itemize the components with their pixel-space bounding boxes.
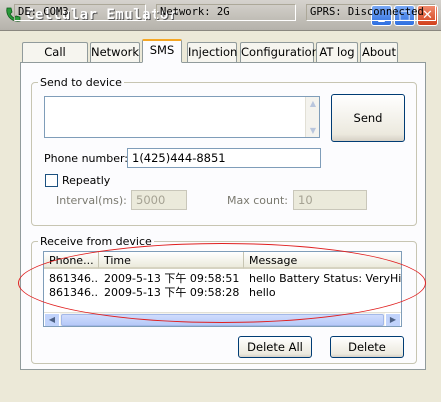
tab-injection[interactable]: Injection [187, 42, 237, 62]
scroll-right-icon[interactable]: ▶ [385, 313, 401, 326]
repeatly-label: Repeatly [62, 174, 111, 187]
table-cell-message[interactable]: hello Battery Status: VeryHigh [244, 272, 401, 286]
table-cell-time[interactable]: 2009-5-13 下午 09:58:28 [99, 286, 244, 300]
phone-number-input[interactable]: 1(425)444-8851 [127, 148, 321, 168]
table-cell-message[interactable]: hello [244, 286, 401, 300]
status-gprs: GPRS: Disconnected [306, 4, 436, 21]
tab-label: About [361, 45, 396, 59]
scroll-left-icon[interactable]: ◀ [44, 313, 60, 326]
tab-configuration[interactable]: Configuration [240, 42, 319, 62]
received-messages-list[interactable]: Phone... Time Message 861346... 2009-5-1… [43, 251, 402, 327]
status-de-port: DE: COM3 [14, 4, 146, 21]
message-textarea[interactable]: ▲ ▼ [44, 96, 320, 138]
repeatly-checkbox[interactable] [45, 174, 58, 187]
delete-all-button[interactable]: Delete All [238, 336, 312, 358]
delete-button[interactable]: Delete [330, 336, 404, 358]
list-horizontal-scrollbar[interactable]: ◀ ▶ [44, 312, 401, 326]
tab-label: Configuration [241, 45, 319, 59]
max-count-label: Max count: [227, 194, 288, 207]
scroll-down-icon[interactable]: ▼ [306, 124, 320, 137]
table-cell-phone[interactable]: 861346... [44, 286, 99, 300]
column-header-time[interactable]: Time [99, 252, 244, 269]
send-button[interactable]: Send [331, 94, 405, 142]
tab-at-log[interactable]: AT log [316, 42, 358, 62]
interval-input[interactable]: 5000 [131, 190, 187, 210]
tab-about[interactable]: About [360, 42, 398, 62]
status-bar [0, 379, 441, 402]
send-group-label: Send to device [38, 76, 124, 89]
column-header-message[interactable]: Message [244, 252, 401, 269]
tab-call-manager[interactable]: Call Manager [22, 42, 88, 77]
receive-group-label: Receive from device [38, 235, 154, 248]
scroll-up-icon[interactable]: ▲ [306, 97, 320, 110]
interval-label: Interval(ms): [56, 194, 127, 207]
tab-label: SMS [149, 43, 175, 57]
message-scrollbar[interactable]: ▲ ▼ [305, 97, 319, 137]
tab-label: AT log [319, 45, 355, 59]
status-network: Network: 2G [156, 4, 296, 21]
tab-label: Injection [188, 45, 238, 59]
tab-network[interactable]: Network [90, 42, 140, 62]
column-header-phone[interactable]: Phone... [44, 252, 99, 269]
table-cell-time[interactable]: 2009-5-13 下午 09:58:51 [99, 272, 244, 286]
max-count-input[interactable]: 10 [293, 190, 367, 210]
tab-sms[interactable]: SMS [142, 39, 182, 63]
phone-number-label: Phone number: [44, 152, 129, 165]
table-cell-phone[interactable]: 861346... [44, 272, 99, 286]
scroll-thumb[interactable] [61, 314, 384, 326]
tab-label: Network [91, 45, 140, 59]
